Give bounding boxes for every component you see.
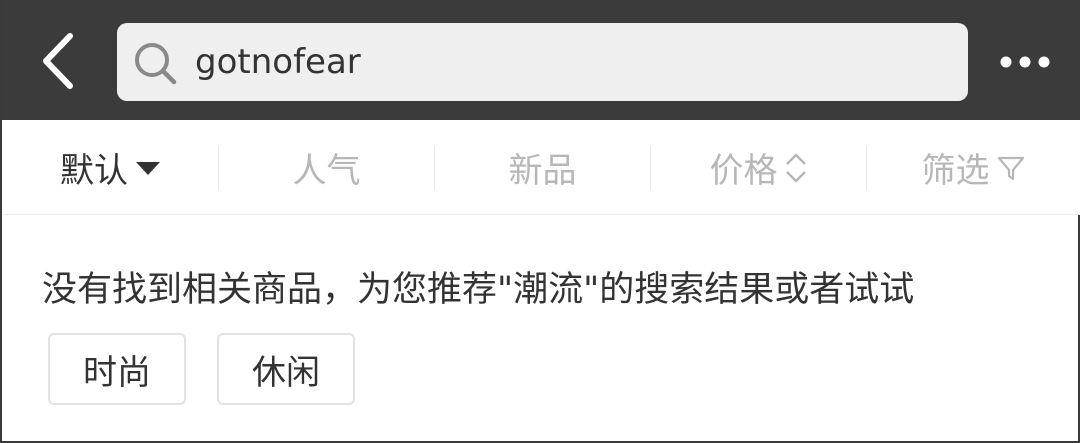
- sort-new-tab[interactable]: 新品: [435, 120, 650, 215]
- filter-icon: [996, 153, 1026, 183]
- sort-default-tab[interactable]: 默认: [4, 120, 218, 215]
- sort-new-label: 新品: [508, 151, 577, 191]
- sort-price-label: 价格: [709, 151, 778, 191]
- suggestion-tag-label: 时尚: [83, 352, 151, 393]
- navigation-bar: [2, 0, 1080, 120]
- search-icon: [131, 39, 181, 89]
- sort-arrows-icon: [784, 150, 808, 186]
- sort-popularity-label: 人气: [292, 151, 361, 191]
- back-button[interactable]: [30, 26, 90, 96]
- search-input[interactable]: [195, 23, 955, 101]
- sort-filter-bar: 默认 人气 新品 价格 筛选: [4, 120, 1080, 215]
- page-frame: 默认 人气 新品 价格 筛选: [0, 0, 1080, 443]
- sort-default-label: 默认: [60, 151, 128, 191]
- more-options-button[interactable]: [992, 40, 1058, 84]
- filter-tab[interactable]: 筛选: [867, 120, 1080, 215]
- suggestion-tag-casual[interactable]: 休闲: [217, 333, 355, 405]
- sort-price-tab[interactable]: 价格: [651, 120, 866, 215]
- no-results-message: 没有找到相关商品，为您推荐"潮流"的搜索结果或者试试: [42, 270, 915, 310]
- suggestion-tag-label: 休闲: [252, 352, 320, 393]
- suggestion-tag-fashion[interactable]: 时尚: [48, 333, 186, 405]
- search-box[interactable]: [117, 23, 968, 101]
- caret-down-icon: [134, 158, 162, 178]
- filter-label: 筛选: [921, 151, 990, 191]
- more-dots-icon: [1000, 56, 1050, 68]
- chevron-left-icon: [43, 33, 73, 89]
- sort-popularity-tab[interactable]: 人气: [219, 120, 434, 215]
